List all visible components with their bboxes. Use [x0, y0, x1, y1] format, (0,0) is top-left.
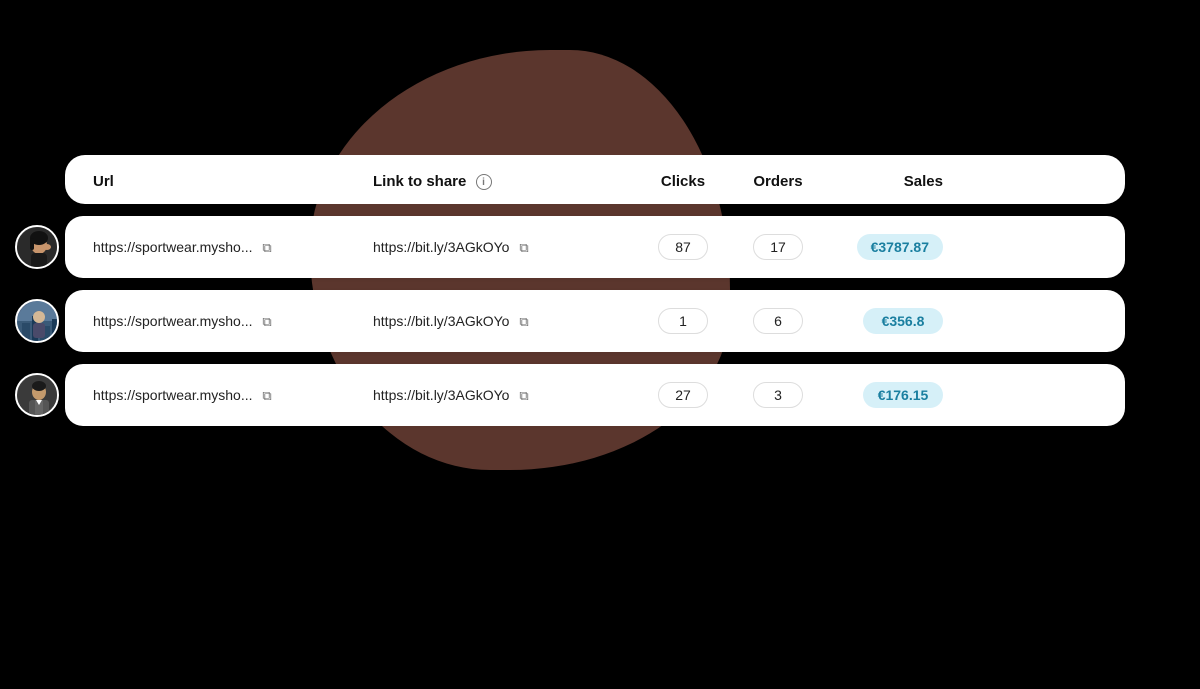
table-row: https://sportwear.mysho... ⧉ https://bit…	[65, 364, 1125, 426]
main-container: Url Link to share i Clicks Orders Sales	[65, 155, 1125, 438]
copy-url-icon-1[interactable]: ⧉	[262, 240, 271, 256]
row-2-orders: 6	[733, 308, 823, 334]
copy-link-icon-3[interactable]: ⧉	[519, 388, 528, 404]
row-1-url: https://sportwear.mysho... ⧉	[93, 239, 373, 256]
avatar-2	[15, 299, 59, 343]
header-url: Url	[93, 173, 373, 190]
row-wrapper-1: https://sportwear.mysho... ⧉ https://bit…	[65, 216, 1125, 278]
row-3-link: https://bit.ly/3AGkOYo ⧉	[373, 387, 633, 404]
copy-url-icon-2[interactable]: ⧉	[262, 314, 271, 330]
row-wrapper-3: https://sportwear.mysho... ⧉ https://bit…	[65, 364, 1125, 426]
row-3-orders: 3	[733, 382, 823, 408]
row-1-orders: 17	[733, 234, 823, 260]
row-3-clicks: 27	[633, 382, 733, 408]
row-2-clicks: 1	[633, 308, 733, 334]
header-link: Link to share i	[373, 173, 633, 190]
copy-url-icon-3[interactable]: ⧉	[262, 388, 271, 404]
row-wrapper-2: https://sportwear.mysho... ⧉ https://bit…	[65, 290, 1125, 352]
table-row: https://sportwear.mysho... ⧉ https://bit…	[65, 216, 1125, 278]
table-header-card: Url Link to share i Clicks Orders Sales	[65, 155, 1125, 204]
avatar-1	[15, 225, 59, 269]
copy-link-icon-1[interactable]: ⧉	[519, 240, 528, 256]
header-clicks: Clicks	[633, 173, 733, 190]
row-1-sales: €3787.87	[823, 234, 943, 260]
row-2-url: https://sportwear.mysho... ⧉	[93, 313, 373, 330]
header-orders: Orders	[733, 173, 823, 190]
table-header: Url Link to share i Clicks Orders Sales	[93, 155, 1097, 204]
table-row: https://sportwear.mysho... ⧉ https://bit…	[65, 290, 1125, 352]
row-2-sales: €356.8	[823, 308, 943, 334]
row-1-clicks: 87	[633, 234, 733, 260]
row-3-url: https://sportwear.mysho... ⧉	[93, 387, 373, 404]
row-2-link: https://bit.ly/3AGkOYo ⧉	[373, 313, 633, 330]
info-icon[interactable]: i	[476, 174, 492, 190]
row-3-sales: €176.15	[823, 382, 943, 408]
header-sales: Sales	[823, 173, 943, 190]
avatar-3	[15, 373, 59, 417]
row-1-link: https://bit.ly/3AGkOYo ⧉	[373, 239, 633, 256]
copy-link-icon-2[interactable]: ⧉	[519, 314, 528, 330]
